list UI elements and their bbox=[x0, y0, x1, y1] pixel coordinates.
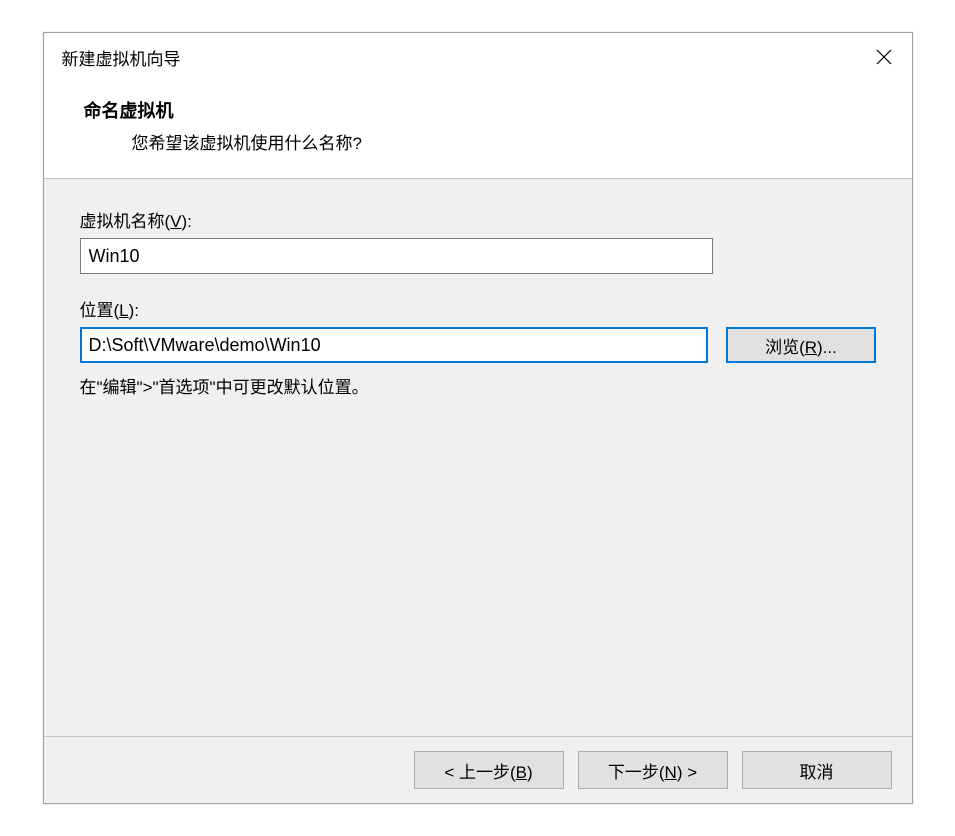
vm-name-label: 虚拟机名称(V): bbox=[80, 207, 876, 232]
location-input[interactable] bbox=[80, 327, 709, 363]
location-group: 位置(L): 浏览(R)... 在"编辑">"首选项"中可更改默认位置。 bbox=[80, 296, 876, 398]
location-row: 浏览(R)... bbox=[80, 327, 876, 363]
browse-button[interactable]: 浏览(R)... bbox=[726, 327, 875, 363]
location-label: 位置(L): bbox=[80, 296, 876, 321]
close-button[interactable] bbox=[870, 43, 898, 71]
header-subtitle: 您希望该虚拟机使用什么名称? bbox=[84, 129, 872, 154]
wizard-dialog: 新建虚拟机向导 命名虚拟机 您希望该虚拟机使用什么名称? 虚拟机名称(V): 位… bbox=[43, 32, 913, 804]
titlebar: 新建虚拟机向导 bbox=[44, 33, 912, 81]
footer: < 上一步(B) 下一步(N) > 取消 bbox=[44, 736, 912, 803]
header-section: 命名虚拟机 您希望该虚拟机使用什么名称? bbox=[44, 81, 912, 178]
vm-name-group: 虚拟机名称(V): bbox=[80, 207, 876, 274]
vm-name-input[interactable] bbox=[80, 238, 713, 274]
close-icon bbox=[876, 49, 892, 65]
header-title: 命名虚拟机 bbox=[84, 97, 872, 123]
dialog-title: 新建虚拟机向导 bbox=[62, 45, 181, 70]
back-button[interactable]: < 上一步(B) bbox=[414, 751, 564, 789]
location-hint: 在"编辑">"首选项"中可更改默认位置。 bbox=[80, 373, 876, 398]
cancel-button[interactable]: 取消 bbox=[742, 751, 892, 789]
next-button[interactable]: 下一步(N) > bbox=[578, 751, 728, 789]
body-section: 虚拟机名称(V): 位置(L): 浏览(R)... 在"编辑">"首选项"中可更… bbox=[44, 179, 912, 736]
